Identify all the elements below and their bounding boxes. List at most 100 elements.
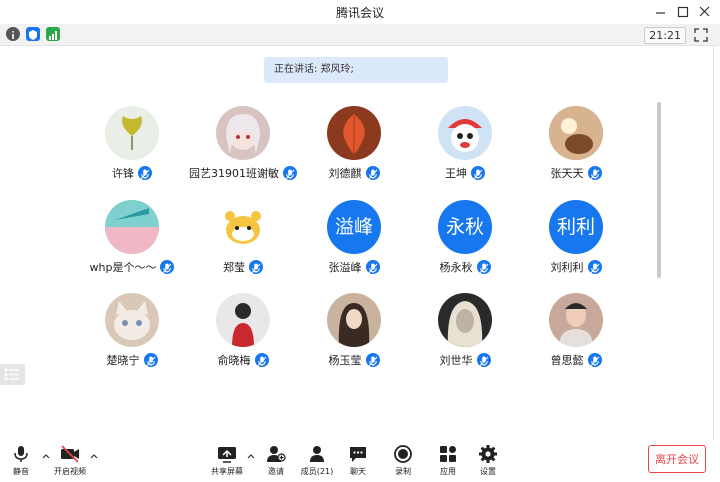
participant-name-row: 园艺31901班谢敏 xyxy=(188,165,298,181)
participant-tile[interactable]: 王坤 xyxy=(410,106,520,196)
muted-microphone-icon xyxy=(143,353,158,367)
muted-microphone-icon xyxy=(249,260,263,274)
muted-microphone-icon xyxy=(471,166,485,180)
participant-tile[interactable]: 刘德麒 xyxy=(299,106,409,196)
member-list-toggle[interactable] xyxy=(0,364,25,385)
avatar xyxy=(327,106,381,160)
title-bar: 腾讯会议 xyxy=(0,0,720,24)
participant-name: whp是个～～ xyxy=(89,261,157,274)
video-label: 开启视频 xyxy=(54,467,86,476)
participant-tile[interactable]: 永秋 杨永秋 xyxy=(410,200,520,290)
meeting-toolbar: 静音 开启视频 共享屏幕 邀请 成员(21) 聊天 录制 应用 设置 xyxy=(0,440,720,482)
maximize-button[interactable] xyxy=(674,3,692,21)
participant-name-row: 张天天 xyxy=(521,165,631,181)
participant-name: 俞晓梅 xyxy=(217,354,251,367)
participant-name-row: 刘利利 xyxy=(521,259,631,275)
scrollbar[interactable] xyxy=(657,102,661,278)
participant-name-row: 许锋 xyxy=(77,165,187,181)
avatar: 永秋 xyxy=(438,200,492,254)
participant-tile[interactable]: whp是个～～ xyxy=(77,200,187,290)
participant-name: 曾思懿 xyxy=(550,354,584,367)
share-screen-button[interactable]: 共享屏幕 xyxy=(207,444,247,478)
participant-name-row: 刘德麒 xyxy=(299,165,409,181)
share-screen-icon xyxy=(218,447,236,463)
video-off-icon xyxy=(61,445,79,463)
participant-name: 园艺31901班谢敏 xyxy=(189,167,279,180)
signal-icon[interactable] xyxy=(46,27,60,41)
add-person-icon xyxy=(267,446,286,462)
muted-microphone-icon xyxy=(283,166,297,180)
window-edge xyxy=(713,46,720,482)
muted-microphone-icon xyxy=(365,353,380,367)
members-label: 成员(21) xyxy=(300,467,334,476)
participant-tile[interactable]: 曾思懿 xyxy=(521,293,631,383)
members-button[interactable]: 成员(21) xyxy=(297,444,337,478)
close-button[interactable] xyxy=(696,3,714,21)
avatar xyxy=(216,106,270,160)
participant-name-row: 王坤 xyxy=(410,165,520,181)
participant-name: 杨玉莹 xyxy=(328,354,362,367)
participant-tile[interactable]: 许锋 xyxy=(77,106,187,196)
avatar xyxy=(327,293,381,347)
chat-icon xyxy=(350,447,366,462)
participant-tile[interactable]: 郑莹 xyxy=(188,200,298,290)
participant-name-row: 刘世华 xyxy=(410,352,520,368)
microphone-icon xyxy=(14,446,28,462)
record-icon xyxy=(394,445,412,463)
fullscreen-icon[interactable] xyxy=(694,27,708,42)
share-label: 共享屏幕 xyxy=(211,467,243,476)
muted-microphone-icon xyxy=(476,260,491,274)
avatar xyxy=(438,106,492,160)
chevron-up-icon[interactable] xyxy=(246,446,256,459)
mute-button[interactable]: 静音 xyxy=(1,444,41,478)
video-button[interactable]: 开启视频 xyxy=(50,444,90,478)
settings-button[interactable]: 设置 xyxy=(468,444,508,478)
participant-name: 楚晓宁 xyxy=(106,354,140,367)
invite-button[interactable]: 邀请 xyxy=(256,444,296,478)
chat-button[interactable]: 聊天 xyxy=(338,444,378,478)
gear-icon xyxy=(479,445,497,463)
participant-name-row: 曾思懿 xyxy=(521,352,631,368)
participant-name: 张溢峰 xyxy=(328,261,362,274)
participant-name: 刘利利 xyxy=(550,261,584,274)
participant-name: 刘世华 xyxy=(439,354,473,367)
shield-icon[interactable] xyxy=(26,27,40,41)
participant-name: 许锋 xyxy=(112,167,134,180)
info-icon[interactable] xyxy=(6,27,20,41)
participant-tile[interactable]: 杨玉莹 xyxy=(299,293,409,383)
muted-microphone-icon xyxy=(138,166,152,180)
participant-tile[interactable]: 溢峰 张溢峰 xyxy=(299,200,409,290)
participant-tile[interactable]: 园艺31901班谢敏 xyxy=(188,106,298,196)
record-label: 录制 xyxy=(395,467,411,476)
status-bar: 21:21 xyxy=(0,24,720,46)
apps-icon xyxy=(440,446,456,462)
muted-microphone-icon xyxy=(365,166,380,180)
participant-tile[interactable]: 利利 刘利利 xyxy=(521,200,631,290)
apps-label: 应用 xyxy=(440,467,456,476)
mute-label: 静音 xyxy=(13,467,29,476)
avatar xyxy=(105,200,159,254)
participant-tile[interactable]: 刘世华 xyxy=(410,293,520,383)
muted-microphone-icon xyxy=(160,260,175,274)
avatar xyxy=(549,106,603,160)
avatar xyxy=(549,293,603,347)
minimize-button[interactable] xyxy=(652,3,670,21)
participant-tile[interactable]: 楚晓宁 xyxy=(77,293,187,383)
participant-tile[interactable]: 张天天 xyxy=(521,106,631,196)
participant-name: 刘德麒 xyxy=(328,167,362,180)
participant-name: 杨永秋 xyxy=(439,261,473,274)
muted-microphone-icon xyxy=(587,353,602,367)
record-button[interactable]: 录制 xyxy=(383,444,423,478)
invite-label: 邀请 xyxy=(268,467,284,476)
participant-name-row: 楚晓宁 xyxy=(77,352,187,368)
avatar xyxy=(438,293,492,347)
chevron-up-icon[interactable] xyxy=(89,446,99,459)
leave-meeting-button[interactable]: 离开会议 xyxy=(648,445,706,473)
avatar xyxy=(105,293,159,347)
participant-name: 王坤 xyxy=(445,167,467,180)
apps-button[interactable]: 应用 xyxy=(428,444,468,478)
meeting-timer: 21:21 xyxy=(644,27,686,44)
participant-name-row: 杨永秋 xyxy=(410,259,520,275)
participant-tile[interactable]: 俞晓梅 xyxy=(188,293,298,383)
muted-microphone-icon xyxy=(587,260,602,274)
